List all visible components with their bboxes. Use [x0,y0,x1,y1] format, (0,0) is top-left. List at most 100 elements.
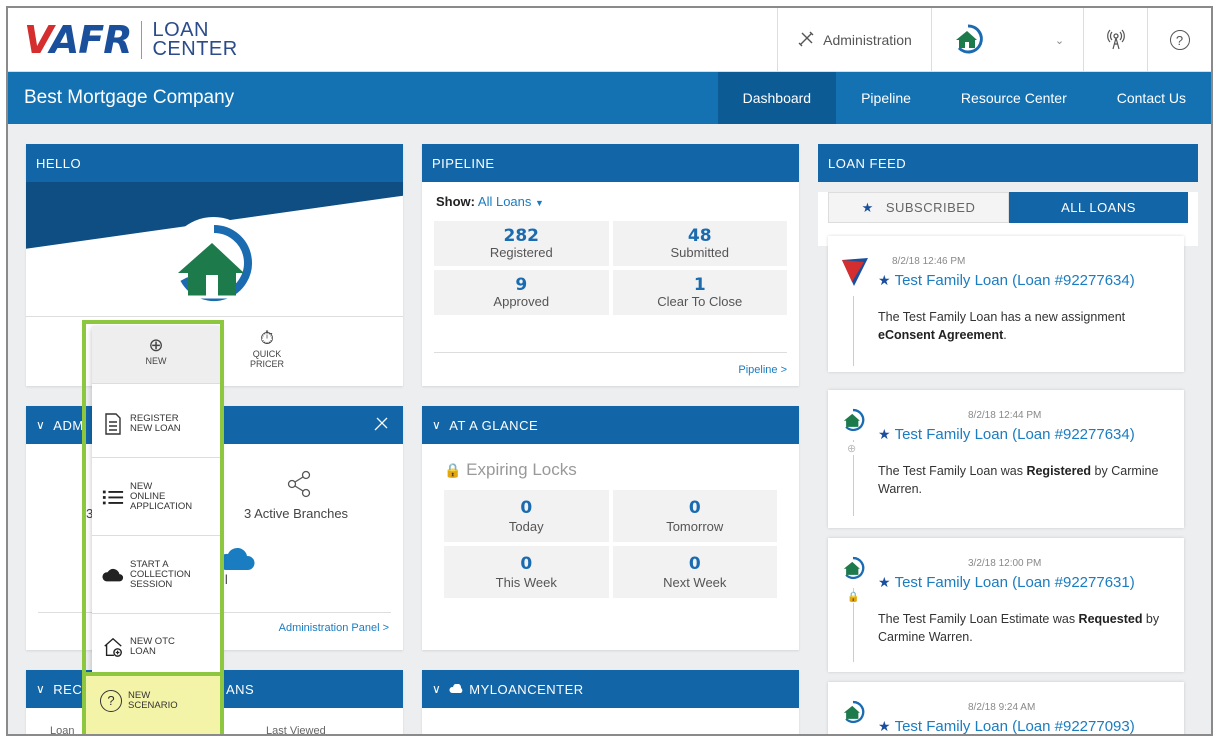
administration-label: Administration [823,32,912,48]
stat-submitted[interactable]: 48 Submitted [612,221,787,266]
caret-down-icon: ▼ [535,198,544,208]
feed-loan-link[interactable]: ★ Test Family Loan (Loan #92277631) [878,574,1135,591]
feed-card[interactable]: ⊕ 8/2/18 12:44 PM ★ Test Family Loan (Loa… [828,390,1184,528]
feed-message: The Test Family Loan Estimate was Reques… [878,610,1170,646]
stat-num: 282 [503,226,540,246]
expiring-locks-label: Expiring Locks [466,460,577,479]
loan-filter-dropdown[interactable]: All Loans ▼ [478,194,544,209]
nav-dashboard[interactable]: Dashboard [717,72,837,124]
stat-num: 0 [688,554,701,574]
quick-pricer-label-1: QUICK [252,349,282,359]
pipeline-panel: PIPELINE Show: All Loans ▼ 282 Registered… [422,144,799,386]
menu-line: SCENARIO [128,700,178,711]
hello-banner [26,182,403,316]
broadcast-icon [1106,28,1125,53]
chevron-down-icon: ⌄ [1054,34,1065,47]
administration-panel-link[interactable]: Administration Panel > [279,622,389,634]
stat-num: 48 [687,226,712,246]
logo-sub-center: CENTER [152,38,238,60]
tab-all-loans[interactable]: ALL LOANS [1009,192,1188,223]
feed-title: Test Family Loan (Loan #92277093) [894,718,1135,735]
stat-label: Submitted [670,245,730,260]
tools-icon[interactable] [373,416,389,435]
feed-msg-bold: eConsent Agreement [878,328,1004,342]
nav-pipeline[interactable]: Pipeline [836,72,936,124]
share-nodes-icon [286,470,312,501]
stat-num: 1 [693,275,706,295]
help-button[interactable]: ? [1147,8,1211,72]
nav-links: Dashboard Pipeline Resource Center Conta… [717,72,1211,124]
lock-icon: 🔒 [847,592,860,603]
quick-pricer-button[interactable]: ⏱ QUICK PRICER [242,327,292,369]
header-actions: Administration ⌄ ? [777,8,1211,72]
feed-title: Test Family Loan (Loan #92277634) [894,272,1135,289]
pipeline-footer: Pipeline > [434,352,787,386]
quick-pricer-label-2: PRICER [249,359,284,369]
feed-loan-link[interactable]: ★ Test Family Loan (Loan #92277093) [878,718,1135,735]
logo-subtitle: LOAN CENTER [152,20,238,60]
active-branches[interactable]: 3 Active Branches [244,506,348,521]
show-label: Show: [436,194,475,209]
feed-title: Test Family Loan (Loan #92277634) [894,426,1135,443]
recent-title-right: ANS [226,681,255,697]
feed-loan-link[interactable]: ★ Test Family Loan (Loan #92277634) [878,272,1135,289]
feed-time: 3/2/18 12:00 PM [968,558,1042,569]
timeline-line [853,296,854,366]
cloud-icon [449,682,465,697]
logo-brand: VAFR [24,18,132,62]
myloancenter-panel: ∨ MYLOANCENTER [422,670,799,734]
nav-contact-us[interactable]: Contact Us [1092,72,1211,124]
feed-title: Test Family Loan (Loan #92277631) [894,574,1135,591]
new-scenario-item[interactable]: ? NEW SCENARIO [82,672,224,734]
user-menu[interactable]: ⌄ [931,8,1083,72]
question-circle-icon: ? [100,690,122,712]
stat-today[interactable]: 0 Today [444,490,609,542]
pipeline-filter: Show: All Loans ▼ [422,182,799,221]
star-icon: ★ [878,426,891,442]
nav-resource-center[interactable]: Resource Center [936,72,1092,124]
stat-num: 9 [515,275,528,295]
feed-card[interactable]: 8/2/18 9:24 AM ★ Test Family Loan (Loan #… [828,682,1184,735]
loan-filter-value: All Loans [477,194,532,209]
top-header: VAFR LOAN CENTER Administration ⌄ ? [8,8,1211,72]
feed-card[interactable]: 🔒 3/2/18 12:00 PM ★ Test Family Loan (Loa… [828,538,1184,672]
administration-button[interactable]: Administration [777,8,931,72]
expiring-locks-title: 🔒 Expiring Locks [422,444,799,490]
pipeline-link[interactable]: Pipeline > [738,364,787,376]
stopwatch-dollar-icon: ⏱ [259,328,275,348]
stat-next-week[interactable]: 0 Next Week [612,546,777,598]
stat-label: Today [508,519,544,534]
stat-registered[interactable]: 282 Registered [434,221,609,266]
question-icon: ? [1169,30,1190,50]
feed-time: 8/2/18 12:46 PM [892,256,966,267]
feed-time: 8/2/18 12:44 PM [968,410,1042,421]
myloancenter-header[interactable]: ∨ MYLOANCENTER [422,670,799,708]
stat-tomorrow[interactable]: 0 Tomorrow [612,490,777,542]
stat-clear-to-close[interactable]: 1 Clear To Close [612,270,787,315]
stat-this-week[interactable]: 0 This Week [444,546,609,598]
stat-num: 0 [520,554,533,574]
afr-logo[interactable]: VAFR LOAN CENTER [24,18,238,62]
stat-approved[interactable]: 9 Approved [434,270,609,315]
pipeline-header: PIPELINE [422,144,799,182]
hello-header: HELLO [26,144,403,182]
tab-subscribed-label: SUBSCRIBED [885,200,976,215]
stat-label: Next Week [663,575,727,590]
user-avatar-icon [840,556,866,583]
menu-highlight-outline [82,320,224,676]
col-last-viewed: Last Viewed [266,725,326,736]
feed-loan-link[interactable]: ★ Test Family Loan (Loan #92277634) [878,426,1135,443]
chevron-down-icon: ∨ [432,418,442,432]
feed-card[interactable]: 8/2/18 12:46 PM ★ Test Family Loan (Loan … [828,236,1184,372]
company-name: Best Mortgage Company [24,87,235,108]
chevron-down-icon: ∨ [36,682,46,696]
logo-divider [141,21,143,59]
stat-num: 0 [520,498,533,518]
notifications-button[interactable] [1083,8,1147,72]
tab-subscribed[interactable]: ★ SUBSCRIBED [828,192,1009,223]
loan-feed-panel: LOAN FEED ★ SUBSCRIBED ALL LOANS 8/2/18 … [818,144,1198,735]
stat-label: Approved [493,294,550,309]
glance-header[interactable]: ∨ AT A GLANCE [422,406,799,444]
feed-tabs: ★ SUBSCRIBED ALL LOANS [828,192,1188,223]
feed-msg-pre: The Test Family Loan Estimate was [878,612,1079,626]
